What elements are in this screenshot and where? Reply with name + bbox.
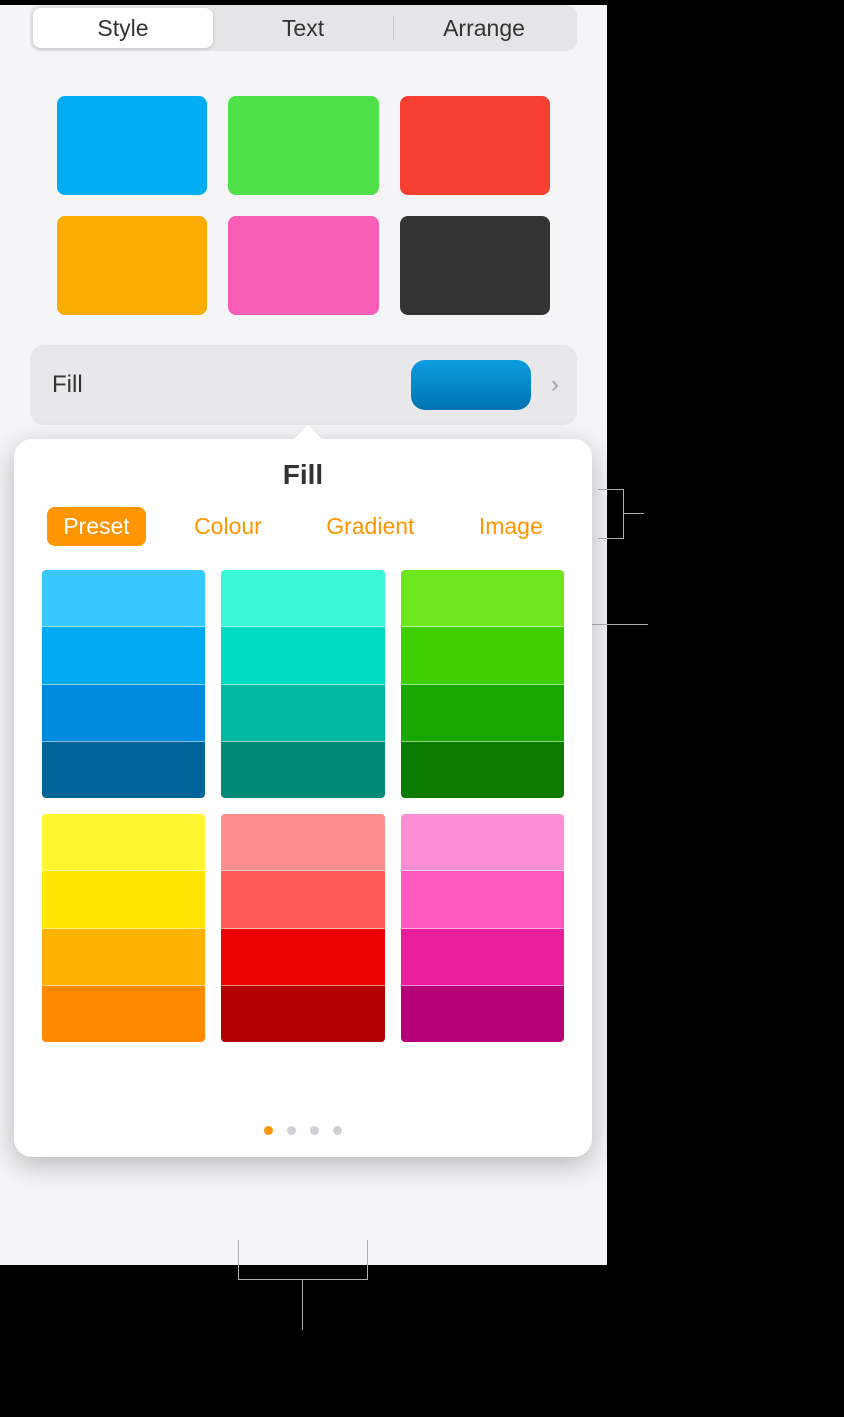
preset-teal[interactable] bbox=[221, 570, 384, 798]
fill-popover: Fill Preset Colour Gradient Image bbox=[14, 439, 592, 1157]
preset-shade[interactable] bbox=[221, 929, 384, 986]
preset-shade[interactable] bbox=[221, 986, 384, 1042]
tab-text-label: Text bbox=[282, 15, 324, 42]
preset-shade[interactable] bbox=[42, 627, 205, 684]
shape-style-grid bbox=[0, 51, 607, 345]
format-panel: Style Text Arrange Fill › Fill Preset Co… bbox=[0, 5, 607, 1265]
fill-label: Fill bbox=[52, 371, 411, 399]
preset-shade[interactable] bbox=[221, 871, 384, 928]
style-swatch-green[interactable] bbox=[228, 96, 378, 195]
preset-shade[interactable] bbox=[401, 627, 564, 684]
popover-arrow bbox=[292, 425, 324, 441]
annotation-line-tabs bbox=[624, 513, 644, 514]
fill-tab-image[interactable]: Image bbox=[463, 507, 559, 546]
preset-shade[interactable] bbox=[401, 986, 564, 1042]
tab-arrange[interactable]: Arrange bbox=[394, 8, 574, 48]
tab-style-label: Style bbox=[97, 15, 148, 42]
preset-shade[interactable] bbox=[221, 742, 384, 798]
page-dot-2[interactable] bbox=[287, 1126, 296, 1135]
preset-shade[interactable] bbox=[42, 871, 205, 928]
page-dot-3[interactable] bbox=[310, 1126, 319, 1135]
preset-shade[interactable] bbox=[401, 871, 564, 928]
style-swatch-black[interactable] bbox=[400, 216, 550, 315]
annotation-bracket-tabs bbox=[598, 489, 624, 539]
preset-pink[interactable] bbox=[401, 814, 564, 1042]
preset-shade[interactable] bbox=[221, 627, 384, 684]
fill-type-tabs: Preset Colour Gradient Image bbox=[14, 507, 592, 570]
chevron-right-icon: › bbox=[551, 371, 559, 399]
preset-grid bbox=[14, 570, 592, 1042]
annotation-line-dots bbox=[302, 1280, 303, 1330]
preset-shade[interactable] bbox=[221, 685, 384, 742]
preset-shade[interactable] bbox=[401, 814, 564, 871]
tab-arrange-label: Arrange bbox=[443, 15, 525, 42]
preset-shade[interactable] bbox=[42, 986, 205, 1042]
preset-green[interactable] bbox=[401, 570, 564, 798]
preset-shade[interactable] bbox=[42, 929, 205, 986]
page-dot-4[interactable] bbox=[333, 1126, 342, 1135]
fill-tab-preset[interactable]: Preset bbox=[47, 507, 145, 546]
tab-style[interactable]: Style bbox=[33, 8, 213, 48]
style-swatch-red[interactable] bbox=[400, 96, 550, 195]
fill-row[interactable]: Fill › bbox=[30, 345, 577, 425]
fill-color-preview[interactable] bbox=[411, 360, 531, 410]
style-swatch-pink[interactable] bbox=[228, 216, 378, 315]
preset-shade[interactable] bbox=[42, 685, 205, 742]
preset-shade[interactable] bbox=[401, 570, 564, 627]
format-tabs: Style Text Arrange bbox=[30, 5, 577, 51]
preset-blue[interactable] bbox=[42, 570, 205, 798]
preset-red[interactable] bbox=[221, 814, 384, 1042]
popover-title: Fill bbox=[14, 439, 592, 507]
tab-text[interactable]: Text bbox=[213, 8, 393, 48]
fill-tab-colour[interactable]: Colour bbox=[178, 507, 278, 546]
page-dot-1[interactable] bbox=[264, 1126, 273, 1135]
preset-shade[interactable] bbox=[221, 814, 384, 871]
preset-shade[interactable] bbox=[221, 570, 384, 627]
preset-shade[interactable] bbox=[401, 929, 564, 986]
preset-shade[interactable] bbox=[42, 570, 205, 627]
annotation-bracket-dots bbox=[238, 1240, 368, 1280]
preset-shade[interactable] bbox=[401, 685, 564, 742]
fill-tab-gradient[interactable]: Gradient bbox=[310, 507, 430, 546]
preset-shade[interactable] bbox=[401, 742, 564, 798]
preset-yellow[interactable] bbox=[42, 814, 205, 1042]
page-indicator[interactable] bbox=[14, 1042, 592, 1135]
preset-shade[interactable] bbox=[42, 742, 205, 798]
preset-shade[interactable] bbox=[42, 814, 205, 871]
style-swatch-orange[interactable] bbox=[57, 216, 207, 315]
style-swatch-blue[interactable] bbox=[57, 96, 207, 195]
